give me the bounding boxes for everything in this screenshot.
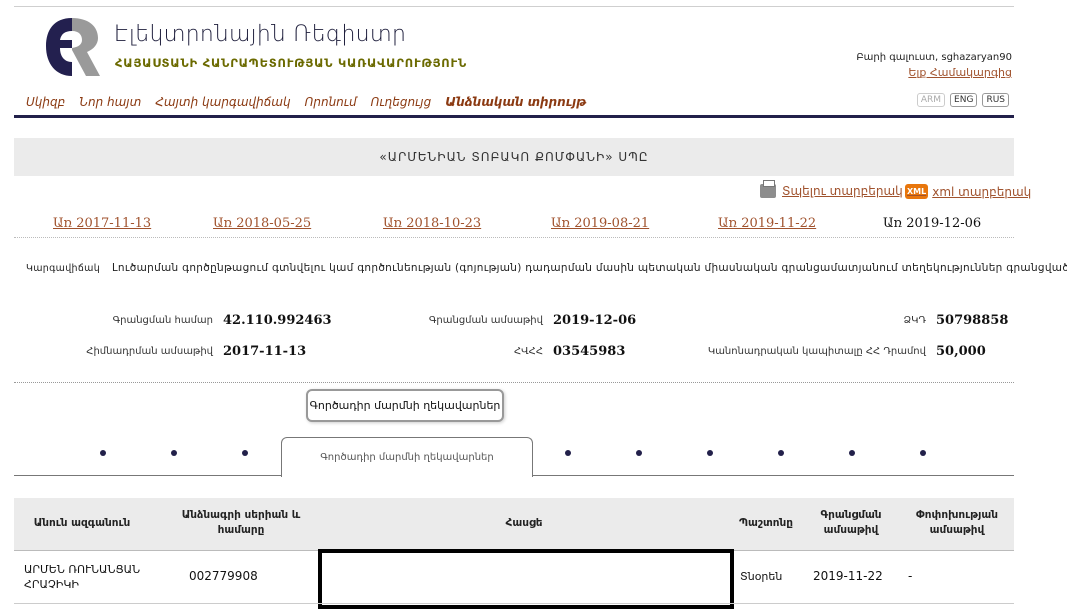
dates-divider bbox=[14, 237, 1014, 238]
status-text: Լուծարման գործընթացում գտնվելու կամ գործ… bbox=[112, 262, 1067, 274]
row-divider bbox=[14, 603, 1014, 604]
tab-executive-heads-label: Գործադիր մարմնի ղեկավարներ bbox=[320, 452, 494, 463]
redacted-address-box bbox=[318, 549, 734, 609]
logout-link[interactable]: Ելք Համակարգից bbox=[908, 66, 1012, 79]
cell-passport: 002779908 bbox=[189, 569, 258, 583]
tab-executive-heads[interactable]: Գործադիր մարմնի ղեկավարներ bbox=[281, 437, 533, 477]
col-header-reg-date: Գրանցման ամսաթիվ bbox=[820, 509, 882, 536]
cell-reg-date: 2019-11-22 bbox=[813, 569, 883, 583]
tab-dot-4[interactable] bbox=[565, 450, 571, 456]
col-header-position: Պաշտոնը bbox=[738, 517, 794, 529]
date-link-2018-10-23[interactable]: Առ 2018-10-23 bbox=[383, 216, 481, 231]
col-header-name: Անուն ազգանուն bbox=[33, 517, 131, 529]
date-link-2018-05-25[interactable]: Առ 2018-05-25 bbox=[213, 216, 311, 231]
status-label: Կարգավիճակ bbox=[26, 263, 101, 274]
nav-new-request[interactable]: Նոր հայտ bbox=[79, 95, 141, 111]
hvhh-label: ՀՎՀՀ bbox=[513, 346, 543, 357]
reg-date-value: 2019-12-06 bbox=[553, 313, 637, 328]
cell-change-date: - bbox=[908, 569, 913, 583]
date-link-2019-08-21[interactable]: Առ 2019-08-21 bbox=[551, 216, 649, 231]
info-divider bbox=[14, 382, 1014, 383]
print-version-label: Տպելու տարբերակ bbox=[782, 184, 903, 198]
nav-search[interactable]: Որոնում bbox=[305, 95, 357, 111]
xml-version-label: xml տարբերակ bbox=[932, 184, 1032, 199]
hvhh-value: 03545983 bbox=[553, 344, 626, 359]
date-link-2017-11-13[interactable]: Առ 2017-11-13 bbox=[53, 216, 151, 231]
capital-label: Կանոնադրական կապիտալը ՀՀ Դրամով bbox=[707, 346, 926, 357]
tax-id-value: 50798858 bbox=[936, 313, 1009, 328]
tab-dot-7[interactable] bbox=[778, 450, 784, 456]
nav-divider bbox=[14, 115, 1014, 118]
language-switcher: ARM ENG RUS bbox=[916, 93, 1009, 107]
xml-version-link[interactable]: XML xml տարբերակ bbox=[905, 184, 1031, 199]
xml-icon: XML bbox=[905, 184, 929, 199]
cell-position: Տնօրեն bbox=[740, 570, 783, 583]
lang-arm-button[interactable]: ARM bbox=[916, 93, 946, 107]
reg-number-value: 42.110.992463 bbox=[223, 313, 332, 328]
capital-value: 50,000 bbox=[936, 344, 986, 359]
reg-number-label: Գրանցման համար bbox=[112, 315, 213, 326]
user-greeting: Բարի գալուստ, sghazaryan90 bbox=[856, 52, 1012, 63]
tax-id-label: ՁԿԴ bbox=[903, 315, 926, 326]
nav-request-status[interactable]: Հայտի կարգավիճակ bbox=[155, 95, 290, 111]
tab-dot-5[interactable] bbox=[636, 450, 642, 456]
print-version-link[interactable]: Տպելու տարբերակ bbox=[760, 180, 903, 198]
top-border bbox=[14, 6, 1014, 7]
founded-date-label: Հիմնադրման ամսաթիվ bbox=[86, 346, 213, 357]
col-header-address: Հասցե bbox=[505, 517, 543, 529]
lang-rus-button[interactable]: RUS bbox=[982, 93, 1009, 107]
site-title: Էլեկտրոնային Ռեգիստր bbox=[114, 22, 407, 47]
printer-icon bbox=[760, 180, 776, 198]
company-name: «ԱՐՄԵՆԻԱՆ ՏՈԲԱԿՈ ՔՈՄՓԱՆԻ» ՍՊԸ bbox=[379, 150, 649, 164]
col-header-change-date: Փոփոխության ամսաթիվ bbox=[916, 509, 998, 536]
date-current: Առ 2019-12-06 bbox=[883, 216, 982, 231]
tab-dot-8[interactable] bbox=[849, 450, 855, 456]
tab-dot-6[interactable] bbox=[707, 450, 713, 456]
tab-dot-3[interactable] bbox=[242, 450, 248, 456]
lang-eng-button[interactable]: ENG bbox=[950, 93, 978, 107]
reg-date-label: Գրանցման ամսաթիվ bbox=[428, 315, 543, 326]
tab-dot-1[interactable] bbox=[100, 450, 106, 456]
table-header: Անուն ազգանուն Անձնագրի սերիան և համարը … bbox=[14, 498, 1014, 551]
er-logo-icon[interactable] bbox=[44, 14, 100, 80]
tab-tooltip: Գործադիր մարմնի ղեկավարներ bbox=[306, 389, 504, 422]
nav-guide[interactable]: Ուղեցույց bbox=[371, 95, 432, 111]
date-link-2019-11-22[interactable]: Առ 2019-11-22 bbox=[718, 216, 816, 231]
cell-name: ԱՐՄԵՆ ՌՈՒՆԱՆՑԱՆ ՀՐԱՉԻԿԻ bbox=[24, 563, 141, 591]
tab-dot-9[interactable] bbox=[920, 450, 926, 456]
nav-home[interactable]: Սկիզբ bbox=[26, 95, 65, 111]
col-header-passport: Անձնագրի սերիան և համարը bbox=[181, 509, 301, 536]
tab-dot-2[interactable] bbox=[171, 450, 177, 456]
company-name-bar: «ԱՐՄԵՆԻԱՆ ՏՈԲԱԿՈ ՔՈՄՓԱՆԻ» ՍՊԸ bbox=[14, 138, 1014, 176]
main-nav: Սկիզբ Նոր հայտ Հայտի կարգավիճակ Որոնում … bbox=[26, 95, 586, 111]
status-notice: Կարգավիճակ Լուծարման գործընթացում գտնվելո… bbox=[26, 262, 1067, 274]
site-subtitle: ՀԱՅԱՍՏԱՆԻ ՀԱՆՐԱՊԵՏՈՒԹՅԱՆ ԿԱՌԱՎԱՐՈՒԹՅՈՒՆ bbox=[115, 56, 467, 70]
nav-personal-area[interactable]: Անձնական տիրույթ bbox=[445, 95, 586, 111]
founded-date-value: 2017-11-13 bbox=[223, 344, 307, 359]
